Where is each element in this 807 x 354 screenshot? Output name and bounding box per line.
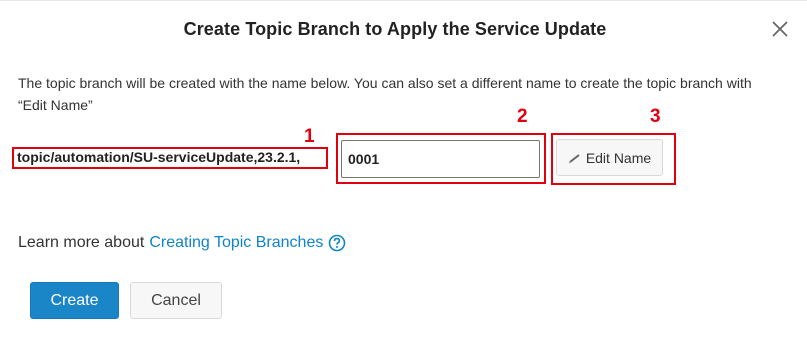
annotation-marker-1: 1 [304,126,315,147]
help-circle-icon[interactable] [328,234,346,252]
dialog-top-border [0,0,807,1]
pencil-icon [568,152,582,164]
edit-name-button[interactable]: Edit Name [556,139,663,176]
create-topic-branch-dialog: Create Topic Branch to Apply the Service… [0,0,807,354]
creating-topic-branches-link[interactable]: Creating Topic Branches [149,234,323,252]
cancel-button[interactable]: Cancel [130,282,222,319]
annotation-marker-3: 3 [650,106,661,127]
learn-more: Learn more about Creating Topic Branches [18,234,346,252]
branch-suffix-input[interactable] [341,140,540,178]
dialog-title: Create Topic Branch to Apply the Service… [183,19,607,39]
annotation-marker-2: 2 [517,106,528,127]
close-icon[interactable] [770,19,790,39]
branch-name-prefix: topic/automation/SU-serviceUpdate,23.2.1… [17,149,301,165]
edit-name-label: Edit Name [585,149,652,166]
create-button[interactable]: Create [30,282,119,319]
dialog-description: The topic branch will be created with th… [18,75,752,113]
learn-more-text: Learn more about [18,234,145,251]
